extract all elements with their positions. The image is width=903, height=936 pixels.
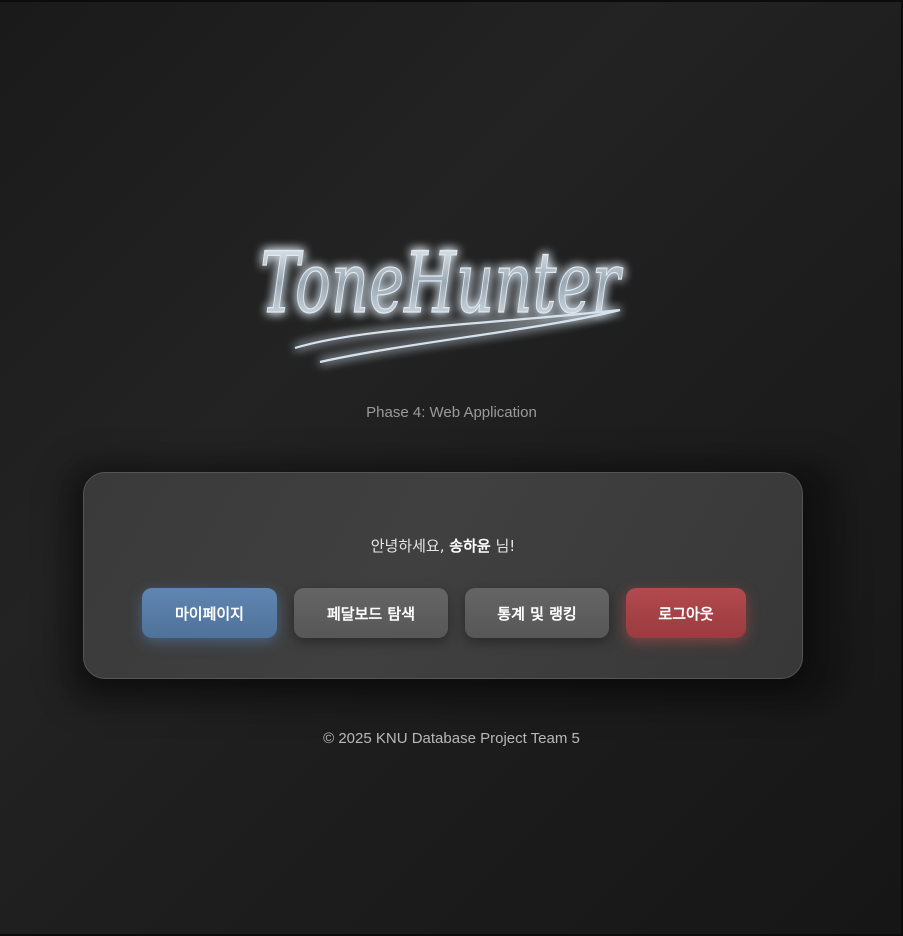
tonehunter-logo: ToneHunter	[259, 233, 624, 364]
logout-button[interactable]: 로그아웃	[626, 588, 746, 638]
greeting-suffix: 님!	[490, 537, 516, 555]
logo-text: ToneHunter	[260, 234, 623, 332]
footer-copyright: © 2025 KNU Database Project Team 5	[323, 730, 580, 747]
greeting-text: 안녕하세요, 송하윤 님!	[84, 535, 802, 556]
mypage-button[interactable]: 마이페이지	[142, 588, 277, 638]
user-name: 송하윤	[449, 537, 491, 555]
stats-ranking-button[interactable]: 통계 및 랭킹	[465, 588, 609, 638]
page-subtitle: Phase 4: Web Application	[366, 404, 537, 421]
main-card: 안녕하세요, 송하윤 님! 마이페이지 페달보드 탐색 통계 및 랭킹 로그아웃	[83, 472, 803, 679]
window-border-top	[0, 0, 903, 2]
greeting-prefix: 안녕하세요,	[370, 537, 450, 555]
pedalboard-search-button[interactable]: 페달보드 탐색	[294, 588, 448, 638]
